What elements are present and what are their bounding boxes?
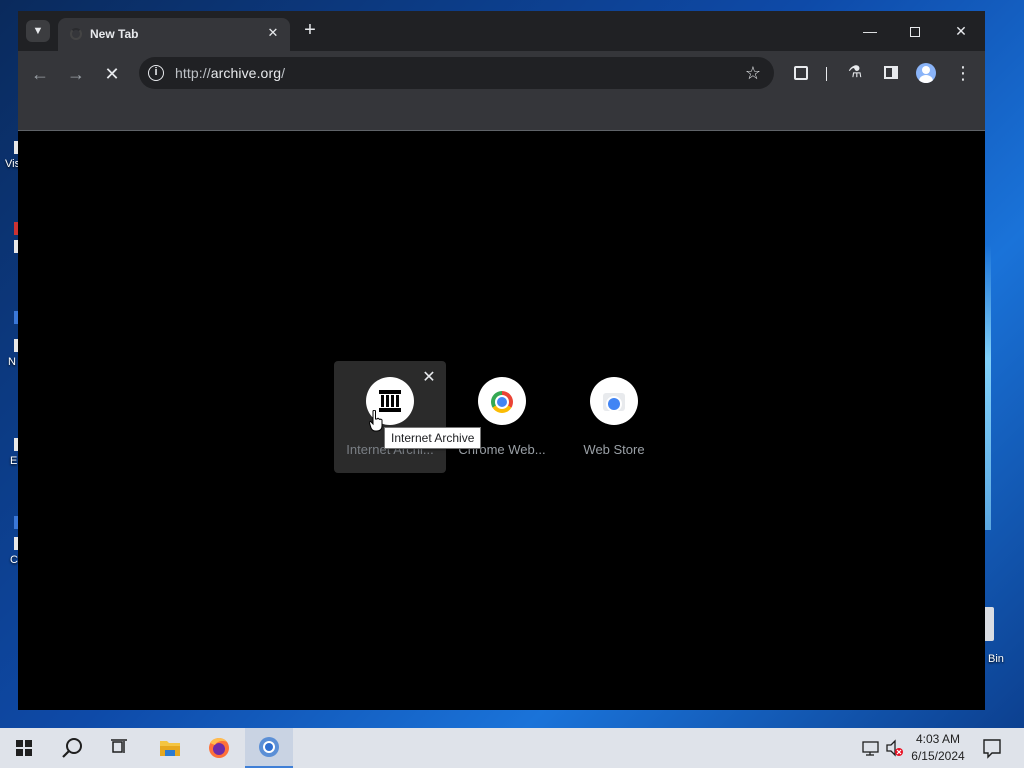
arrow-right-icon: → [67,64,85,84]
stop-loading-button[interactable]: ✕ [101,63,123,85]
desktop-icon-label[interactable]: N [8,356,16,368]
tooltip: Internet Archive [384,427,482,449]
arrow-left-icon: ← [31,64,49,84]
file-explorer-button[interactable] [146,728,194,768]
title-bar: ▼ New Tab ✕ + — ✕ [18,11,985,51]
shortcut-icon-circle [478,377,526,425]
internet-archive-icon [379,390,401,412]
windows-logo-icon [16,740,32,756]
notification-icon [983,739,1001,759]
close-icon: ✕ [955,23,967,39]
desktop-icon-label[interactable]: E [10,455,17,467]
plus-icon: + [304,19,316,41]
chevron-down-icon: ▼ [32,25,44,37]
recycle-bin-label[interactable]: Bin [988,653,1004,665]
shortcut-label: Web Store [583,442,645,457]
folder-icon [160,741,180,756]
minimize-icon: — [863,23,877,39]
address-bar[interactable]: i http://archive.org/ ☆ [139,57,774,89]
tab-search-button[interactable]: ▼ [26,20,50,42]
hand-pointer-cursor-icon [369,410,383,432]
shortcut-tile-chrome-web-store[interactable]: Chrome Web... [446,361,558,473]
taskbar-clock[interactable]: 4:03 AM 6/15/2024 [900,731,976,765]
chrome-web-store-icon [491,391,513,413]
web-store-icon [603,393,625,411]
address-url[interactable]: http://archive.org/ [175,65,285,81]
remove-shortcut-button[interactable]: ✕ [420,369,438,387]
toolbar-divider [826,67,827,81]
side-panel-button[interactable] [880,62,902,84]
maximize-icon [910,27,920,38]
side-panel-icon [884,66,898,80]
shortcut-tile-internet-archive[interactable]: ✕ Internet Archi... [334,361,446,473]
url-host: archive.org [210,65,282,81]
shortcut-icon-circle [590,377,638,425]
desktop-wallpaper-light [985,245,991,530]
loading-spinner-icon [70,28,82,40]
search-button[interactable] [48,728,96,768]
menu-button[interactable]: ⋮ [952,62,974,84]
toolbar: ← → ✕ i http://archive.org/ ☆ ⚗ ⋮ [18,51,985,96]
network-icon [862,741,879,756]
action-center-button[interactable] [978,728,1006,768]
back-button[interactable]: ← [29,63,51,85]
start-button[interactable] [0,728,48,768]
close-icon: ✕ [422,369,436,386]
minimize-button[interactable]: — [855,19,885,43]
close-window-button[interactable]: ✕ [946,19,976,43]
maximize-button[interactable] [900,19,930,43]
shortcut-tile-web-store[interactable]: Web Store [558,361,670,473]
chrome-button[interactable] [245,728,293,768]
recycle-bin-icon[interactable] [985,607,994,641]
close-icon: ✕ [267,25,279,40]
bookmark-star-button[interactable]: ☆ [742,62,764,84]
close-icon: ✕ [104,64,120,84]
forward-button[interactable]: → [65,63,87,85]
desktop-icon-label[interactable]: C [10,554,18,566]
url-scheme: http:// [175,65,211,81]
firefox-button[interactable] [195,728,243,768]
clock-time: 4:03 AM [915,732,961,746]
puzzle-piece-icon [794,65,808,80]
more-vertical-icon: ⋮ [954,63,972,83]
task-view-button[interactable] [96,728,144,768]
flask-icon: ⚗ [847,64,863,81]
tab-title: New Tab [90,27,139,41]
star-icon: ☆ [744,63,762,83]
firefox-icon [209,737,229,758]
labs-button[interactable]: ⚗ [844,62,866,84]
close-tab-button[interactable]: ✕ [264,24,282,42]
taskbar: 4:03 AM 6/15/2024 [0,728,1024,768]
clock-date: 6/15/2024 [911,749,965,763]
bookmarks-bar [18,96,985,131]
chrome-icon [259,737,279,757]
new-tab-button[interactable]: + [298,19,322,43]
url-path: / [281,65,286,81]
tab-new-tab[interactable]: New Tab ✕ [58,18,290,51]
network-tray-button[interactable] [860,728,884,768]
site-info-icon[interactable]: i [148,65,164,81]
task-view-icon [111,739,127,753]
search-icon [62,738,82,758]
extensions-button[interactable] [790,62,812,84]
profile-avatar-button[interactable] [916,63,936,83]
